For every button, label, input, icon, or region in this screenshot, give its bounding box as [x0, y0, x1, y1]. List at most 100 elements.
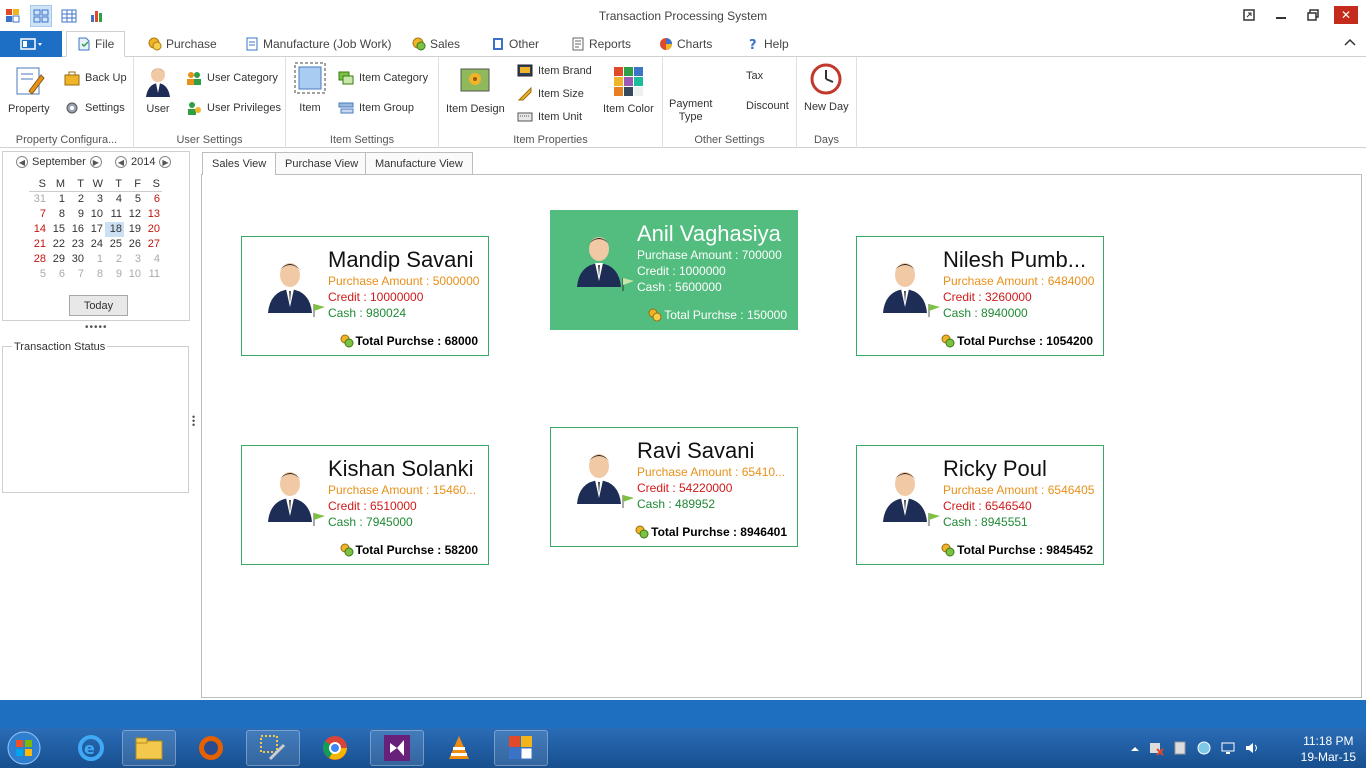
calendar-day[interactable]: 10	[86, 207, 105, 222]
tab-manufacture[interactable]: Manufacture (Job Work)	[245, 31, 392, 57]
tab-manufacture-view[interactable]: Manufacture View	[365, 152, 473, 174]
tab-purchase-view[interactable]: Purchase View	[275, 152, 369, 174]
item-unit-button[interactable]: Item Unit	[517, 109, 582, 125]
file-explorer-icon[interactable]	[122, 730, 176, 766]
calendar-day[interactable]: 31	[29, 192, 48, 207]
tab-file[interactable]: File	[66, 31, 126, 57]
tab-help[interactable]: ? Help	[746, 31, 789, 57]
calendar-day[interactable]: 6	[48, 267, 67, 282]
volume-icon[interactable]	[1244, 740, 1260, 759]
user-privileges-button[interactable]: User Privileges	[186, 100, 281, 116]
internet-explorer-icon[interactable]: e	[64, 730, 118, 766]
next-year-icon[interactable]: ▶	[159, 156, 172, 168]
discount-button[interactable]: Discount	[746, 100, 789, 112]
item-design-button[interactable]: Item Design	[446, 65, 505, 115]
calendar-day[interactable]: 11	[105, 207, 124, 222]
vlc-icon[interactable]	[432, 730, 486, 766]
calendar-day[interactable]: 21	[29, 237, 48, 252]
calendar-day[interactable]: 17	[86, 222, 105, 237]
new-day-button[interactable]: New Day	[804, 63, 849, 113]
tools-app-icon[interactable]	[246, 730, 300, 766]
item-color-button[interactable]: Item Color	[603, 65, 654, 115]
calendar-day[interactable]: 5	[124, 192, 143, 207]
calendar-day-today[interactable]: 18	[105, 222, 124, 237]
calendar-day[interactable]: 19	[124, 222, 143, 237]
customer-card[interactable]: Nilesh Pumb... Purchase Amount : 6484000…	[856, 236, 1104, 356]
calendar-day[interactable]: 2	[67, 192, 86, 207]
customer-card[interactable]: Ricky Poul Purchase Amount : 6546405 Cre…	[856, 445, 1104, 565]
app-menu-button[interactable]	[0, 31, 62, 57]
item-group-button[interactable]: Item Group	[338, 100, 414, 116]
restore-window-icon[interactable]	[1238, 6, 1260, 24]
item-size-button[interactable]: Item Size	[517, 86, 584, 102]
calendar-day[interactable]: 22	[48, 237, 67, 252]
calendar-day[interactable]: 3	[124, 252, 143, 267]
payment-type-button[interactable]: Payment Type	[669, 98, 712, 124]
calendar-day[interactable]: 28	[29, 252, 48, 267]
backup-button[interactable]: Back Up	[64, 70, 127, 86]
firefox-icon[interactable]	[184, 730, 238, 766]
calendar-day[interactable]: 27	[143, 237, 162, 252]
vertical-splitter[interactable]: • • •	[192, 413, 195, 430]
display-icon[interactable]	[1220, 740, 1236, 759]
calendar-day[interactable]: 20	[143, 222, 162, 237]
calendar-day[interactable]: 14	[29, 222, 48, 237]
calendar-day[interactable]: 16	[67, 222, 86, 237]
tab-sales[interactable]: Sales	[412, 31, 460, 57]
chrome-icon[interactable]	[308, 730, 362, 766]
item-brand-button[interactable]: Item Brand	[517, 63, 592, 79]
calendar-day[interactable]: 7	[67, 267, 86, 282]
calendar-day[interactable]: 13	[143, 207, 162, 222]
tab-reports[interactable]: Reports	[571, 31, 631, 57]
customer-card[interactable]: Kishan Solanki Purchase Amount : 15460..…	[241, 445, 489, 565]
tab-charts[interactable]: Charts	[659, 31, 712, 57]
tray-expand-icon[interactable]	[1130, 743, 1140, 757]
user-button[interactable]: User	[142, 65, 174, 115]
today-button[interactable]: Today	[69, 295, 128, 316]
horizontal-splitter[interactable]: •••••	[85, 322, 108, 333]
calendar-day[interactable]: 7	[29, 207, 48, 222]
calendar-day[interactable]: 8	[48, 207, 67, 222]
tab-other[interactable]: Other	[491, 31, 539, 57]
minimize-icon[interactable]	[1270, 6, 1292, 24]
calendar-day[interactable]: 8	[86, 267, 105, 282]
calendar-day[interactable]: 6	[143, 192, 162, 207]
calendar-day[interactable]: 1	[86, 252, 105, 267]
visual-studio-icon[interactable]	[370, 730, 424, 766]
start-button[interactable]	[4, 730, 44, 766]
calendar-day[interactable]: 10	[124, 267, 143, 282]
calendar-day[interactable]: 1	[48, 192, 67, 207]
tab-purchase[interactable]: Purchase	[148, 31, 217, 57]
customer-card[interactable]: Ravi Savani Purchase Amount : 65410... C…	[550, 427, 798, 547]
next-month-icon[interactable]: ▶	[89, 156, 102, 168]
calendar-day[interactable]: 12	[124, 207, 143, 222]
calendar-day[interactable]: 26	[124, 237, 143, 252]
maximize-icon[interactable]	[1302, 6, 1324, 24]
calendar-day[interactable]: 24	[86, 237, 105, 252]
item-button[interactable]: Item	[294, 62, 326, 114]
calendar-day[interactable]: 29	[48, 252, 67, 267]
close-icon[interactable]: ✕	[1334, 6, 1358, 24]
taskbar-clock[interactable]: 11:18 PM 19-Mar-15	[1301, 733, 1356, 765]
calendar-day[interactable]: 9	[105, 267, 124, 282]
tab-sales-view[interactable]: Sales View	[202, 152, 277, 175]
device-icon[interactable]	[1172, 740, 1188, 759]
transaction-system-taskbar-icon[interactable]	[494, 730, 548, 766]
calendar-day[interactable]: 4	[105, 192, 124, 207]
calendar-day[interactable]: 30	[67, 252, 86, 267]
calendar-day[interactable]: 4	[143, 252, 162, 267]
property-button[interactable]: Property	[8, 65, 50, 115]
customer-card-selected[interactable]: Anil Vaghasiya Purchase Amount : 700000 …	[550, 210, 798, 330]
calendar-day[interactable]: 11	[143, 267, 162, 282]
tax-button[interactable]: Tax	[746, 70, 763, 82]
collapse-ribbon-icon[interactable]	[1344, 36, 1356, 50]
sync-icon[interactable]	[1196, 740, 1212, 759]
calendar-day[interactable]: 3	[86, 192, 105, 207]
prev-month-icon[interactable]: ◀	[16, 156, 28, 168]
user-category-button[interactable]: User Category	[186, 70, 278, 86]
prev-year-icon[interactable]: ◀	[115, 156, 127, 168]
calendar-day[interactable]: 23	[67, 237, 86, 252]
calendar-day[interactable]: 5	[29, 267, 48, 282]
item-category-button[interactable]: Item Category	[338, 70, 428, 86]
calendar-day[interactable]: 9	[67, 207, 86, 222]
